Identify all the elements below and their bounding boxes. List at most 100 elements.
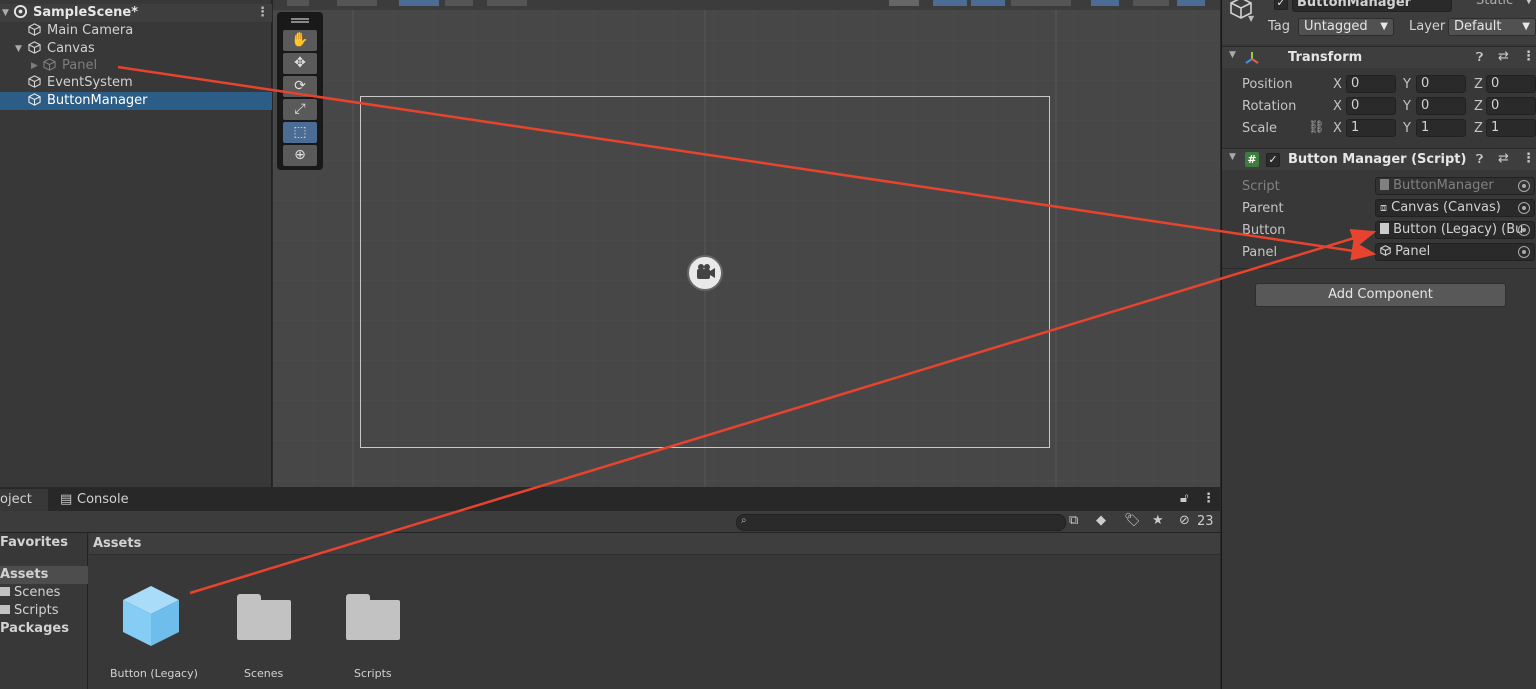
z-label[interactable]: Z	[1474, 77, 1483, 92]
hierarchy-item-buttonmanager[interactable]: ButtonManager	[0, 92, 272, 110]
scene-row[interactable]: ▼ SampleScene* ⋮	[0, 4, 272, 22]
move-icon[interactable]: ✥	[283, 53, 317, 74]
collapse-arrow-icon[interactable]: ▶	[31, 57, 38, 75]
toolbar-button[interactable]	[487, 0, 527, 6]
scale-icon[interactable]: ⤢	[283, 99, 317, 120]
drag-handle-icon[interactable]	[291, 18, 309, 20]
asset-scripts-folder[interactable]: Scripts	[330, 579, 415, 684]
favorites-label[interactable]: Favorites	[0, 535, 68, 550]
x-label[interactable]: X	[1333, 77, 1342, 92]
parent-field[interactable]: ⧈ Canvas (Canvas)	[1375, 199, 1535, 217]
filter-by-type-icon[interactable]: ⧉	[1069, 513, 1078, 528]
sidebar-item-scenes[interactable]: Scenes	[0, 584, 88, 602]
hierarchy-item-eventsystem[interactable]: EventSystem	[0, 74, 272, 92]
y-label[interactable]: Y	[1403, 99, 1411, 114]
rect-icon[interactable]: ⬚	[283, 122, 317, 143]
hierarchy-item-panel[interactable]: ▶ Panel	[0, 57, 272, 75]
z-label[interactable]: Z	[1474, 121, 1483, 136]
unity-scene-icon	[13, 4, 28, 23]
scene-view[interactable]: ✋ ✥ ⟳ ⤢ ⬚ ⊕	[273, 0, 1220, 487]
static-dropdown-arrow-icon[interactable]: ▼	[1525, 0, 1533, 6]
camera-gizmo-icon[interactable]	[687, 255, 723, 291]
object-name: ButtonManager	[1297, 0, 1411, 10]
toolbar-button[interactable]	[1091, 0, 1119, 6]
toolbar-button[interactable]	[1177, 0, 1205, 6]
sidebar-item-assets[interactable]: Assets	[0, 566, 88, 584]
script-component-header[interactable]: ▼ # ✓ Button Manager (Script) ❓︎ ⇄ ⋮	[1222, 148, 1536, 170]
search-input[interactable]: ⌕	[736, 514, 1066, 531]
button-field[interactable]: Button (Legacy) (Bu	[1375, 221, 1535, 239]
toolbar-button[interactable]	[1133, 0, 1169, 6]
toolbar-button[interactable]	[971, 0, 1005, 6]
foldout-arrow-icon[interactable]: ▼	[1229, 50, 1236, 60]
sidebar-item-packages[interactable]: Packages	[0, 620, 88, 638]
transform-icon[interactable]: ⊕	[283, 145, 317, 166]
active-checkbox[interactable]: ✓	[1274, 0, 1288, 10]
toolbar-button[interactable]	[933, 0, 967, 6]
icon-dropdown-arrow-icon[interactable]: ▼	[1248, 14, 1254, 23]
breadcrumb-assets[interactable]: Assets	[93, 536, 141, 551]
add-component-button[interactable]: Add Component	[1255, 283, 1506, 307]
field-value: 0	[1491, 76, 1499, 91]
object-picker-icon[interactable]	[1518, 202, 1530, 214]
constrain-proportions-icon[interactable]: ⛓︎	[1308, 120, 1325, 135]
toolbar-button[interactable]	[1011, 0, 1071, 6]
hidden-eye-icon[interactable]: ⊘	[1179, 513, 1190, 528]
hand-icon[interactable]: ✋	[283, 30, 317, 51]
toolbar-button[interactable]	[337, 0, 377, 6]
transform-header[interactable]: ▼ Transform ❓︎ ⇄ ⋮	[1222, 46, 1536, 68]
folder-icon	[0, 605, 10, 614]
y-label[interactable]: Y	[1403, 77, 1411, 92]
presets-icon[interactable]: ⇄	[1498, 151, 1509, 166]
tab-console[interactable]: ▤ Console	[52, 489, 142, 511]
toolbar-button[interactable]	[287, 0, 309, 6]
scale-x-field[interactable]: 1	[1346, 119, 1396, 137]
object-name-field[interactable]: ButtonManager	[1292, 0, 1452, 12]
tag-dropdown[interactable]: Untagged ▼	[1298, 18, 1394, 36]
rotation-y-field[interactable]: 0	[1416, 97, 1466, 115]
static-label[interactable]: Static	[1476, 0, 1513, 8]
rotate-icon[interactable]: ⟳	[283, 76, 317, 97]
help-icon[interactable]: ❓︎	[1476, 152, 1483, 167]
component-enabled-checkbox[interactable]: ✓	[1266, 153, 1280, 167]
star-icon[interactable]: ★	[1152, 513, 1164, 528]
position-x-field[interactable]: 0	[1346, 75, 1396, 93]
scale-z-field[interactable]: 1	[1486, 119, 1536, 137]
position-y-field[interactable]: 0	[1416, 75, 1466, 93]
component-menu-icon[interactable]: ⋮	[1522, 151, 1535, 166]
toolbar-button[interactable]	[399, 0, 439, 6]
expand-arrow-icon[interactable]: ▼	[15, 40, 22, 58]
object-picker-icon[interactable]	[1518, 180, 1530, 192]
x-label[interactable]: X	[1333, 121, 1342, 136]
rotation-x-field[interactable]: 0	[1346, 97, 1396, 115]
object-picker-icon[interactable]	[1518, 224, 1530, 236]
position-z-field[interactable]: 0	[1486, 75, 1536, 93]
field-value: Canvas (Canvas)	[1391, 200, 1501, 215]
asset-button-legacy[interactable]: Button (Legacy)	[104, 579, 199, 684]
scene-menu-icon[interactable]: ⋮	[256, 4, 269, 22]
lock-icon[interactable]: 🔓︎	[1180, 491, 1188, 506]
toolbar-button[interactable]	[889, 0, 919, 6]
foldout-arrow-icon[interactable]: ▼	[1229, 152, 1236, 162]
hierarchy-item-canvas[interactable]: ▼ Canvas	[0, 40, 272, 58]
panel-menu-icon[interactable]: ⋮	[1202, 491, 1215, 506]
component-menu-icon[interactable]: ⋮	[1522, 49, 1535, 64]
tag-icon[interactable]: 🏷︎	[1124, 513, 1141, 528]
tab-project[interactable]: oject	[0, 489, 48, 511]
hierarchy-item-main-camera[interactable]: Main Camera	[0, 22, 272, 40]
presets-icon[interactable]: ⇄	[1498, 49, 1509, 64]
toolbar-button[interactable]	[445, 0, 473, 6]
expand-arrow-icon[interactable]: ▼	[2, 4, 9, 22]
panel-field[interactable]: Panel	[1375, 243, 1535, 261]
sidebar-item-scripts[interactable]: Scripts	[0, 602, 88, 620]
z-label[interactable]: Z	[1474, 99, 1483, 114]
asset-scenes-folder[interactable]: Scenes	[220, 579, 305, 684]
x-label[interactable]: X	[1333, 99, 1342, 114]
rotation-z-field[interactable]: 0	[1486, 97, 1536, 115]
object-picker-icon[interactable]	[1518, 246, 1530, 258]
help-icon[interactable]: ❓︎	[1476, 50, 1483, 65]
layer-dropdown[interactable]: Default ▼	[1448, 18, 1536, 36]
scale-y-field[interactable]: 1	[1416, 119, 1466, 137]
y-label[interactable]: Y	[1403, 121, 1411, 136]
filter-by-label-icon[interactable]: ◆	[1096, 513, 1106, 528]
